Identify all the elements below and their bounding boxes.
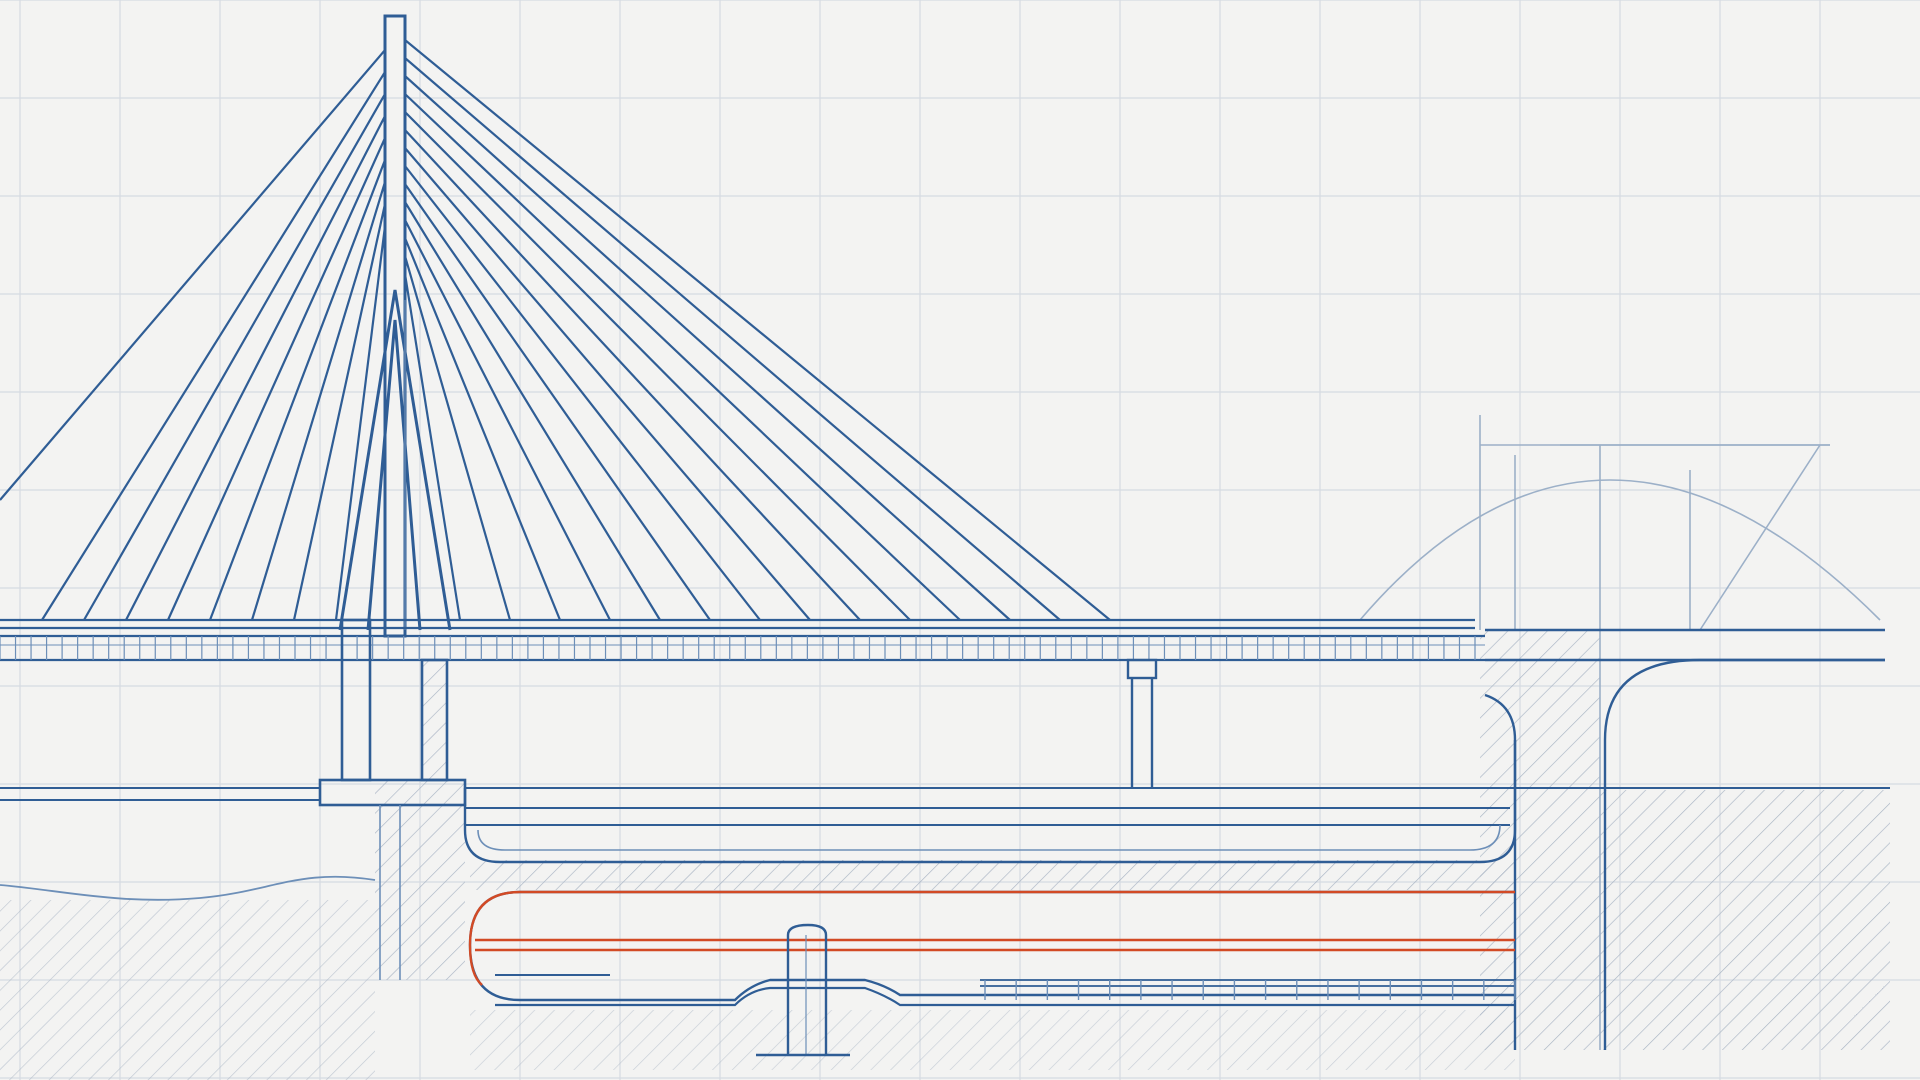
stay-cables-right <box>403 39 1111 621</box>
red-utility-pipe <box>468 890 1515 986</box>
tunnel-floor-hatch <box>470 1010 1515 1070</box>
stay-cable <box>404 219 611 621</box>
right-ground-hatch <box>1600 790 1890 1050</box>
pier-column-hatch <box>422 660 447 780</box>
hatched-concrete-sections <box>0 630 1890 1080</box>
deck-balusters <box>0 636 1476 660</box>
tunnel-ceiling-slab-hatch <box>470 860 1515 890</box>
left-ground-hatch <box>0 900 375 1080</box>
stay-cable <box>404 39 1111 621</box>
stay-cable <box>208 159 387 621</box>
riverbank-ground-profile <box>0 875 376 901</box>
upper-tunnel-inner-wall <box>477 824 1501 851</box>
stay-cable <box>404 129 861 621</box>
stay-cable <box>404 57 1061 621</box>
tunnel-rail-track <box>980 979 1515 987</box>
portal-wall-hatch <box>1480 630 1600 1050</box>
stay-cable <box>404 75 1011 621</box>
stay-cable <box>403 273 462 621</box>
rail-ties <box>984 980 1516 1000</box>
lower-tunnel-outline <box>468 890 1515 1002</box>
bridge-pylon <box>338 14 452 638</box>
stay-cables-left <box>0 49 387 621</box>
stay-cable <box>404 165 761 621</box>
stay-cable <box>404 183 711 621</box>
bridge-deck <box>0 618 1485 662</box>
upper-tunnel-outline <box>463 693 1517 864</box>
pier-foundation-hatch <box>375 780 465 980</box>
bridge-tunnel-blueprint-diagram <box>0 0 1920 1080</box>
stay-cable <box>404 201 661 621</box>
lower-tunnel-floor <box>495 986 1515 1007</box>
stay-cable <box>83 93 386 621</box>
stay-cable <box>41 71 386 621</box>
secondary-pier <box>1126 658 1158 788</box>
stay-cable <box>404 147 811 621</box>
stay-cable <box>334 225 387 621</box>
